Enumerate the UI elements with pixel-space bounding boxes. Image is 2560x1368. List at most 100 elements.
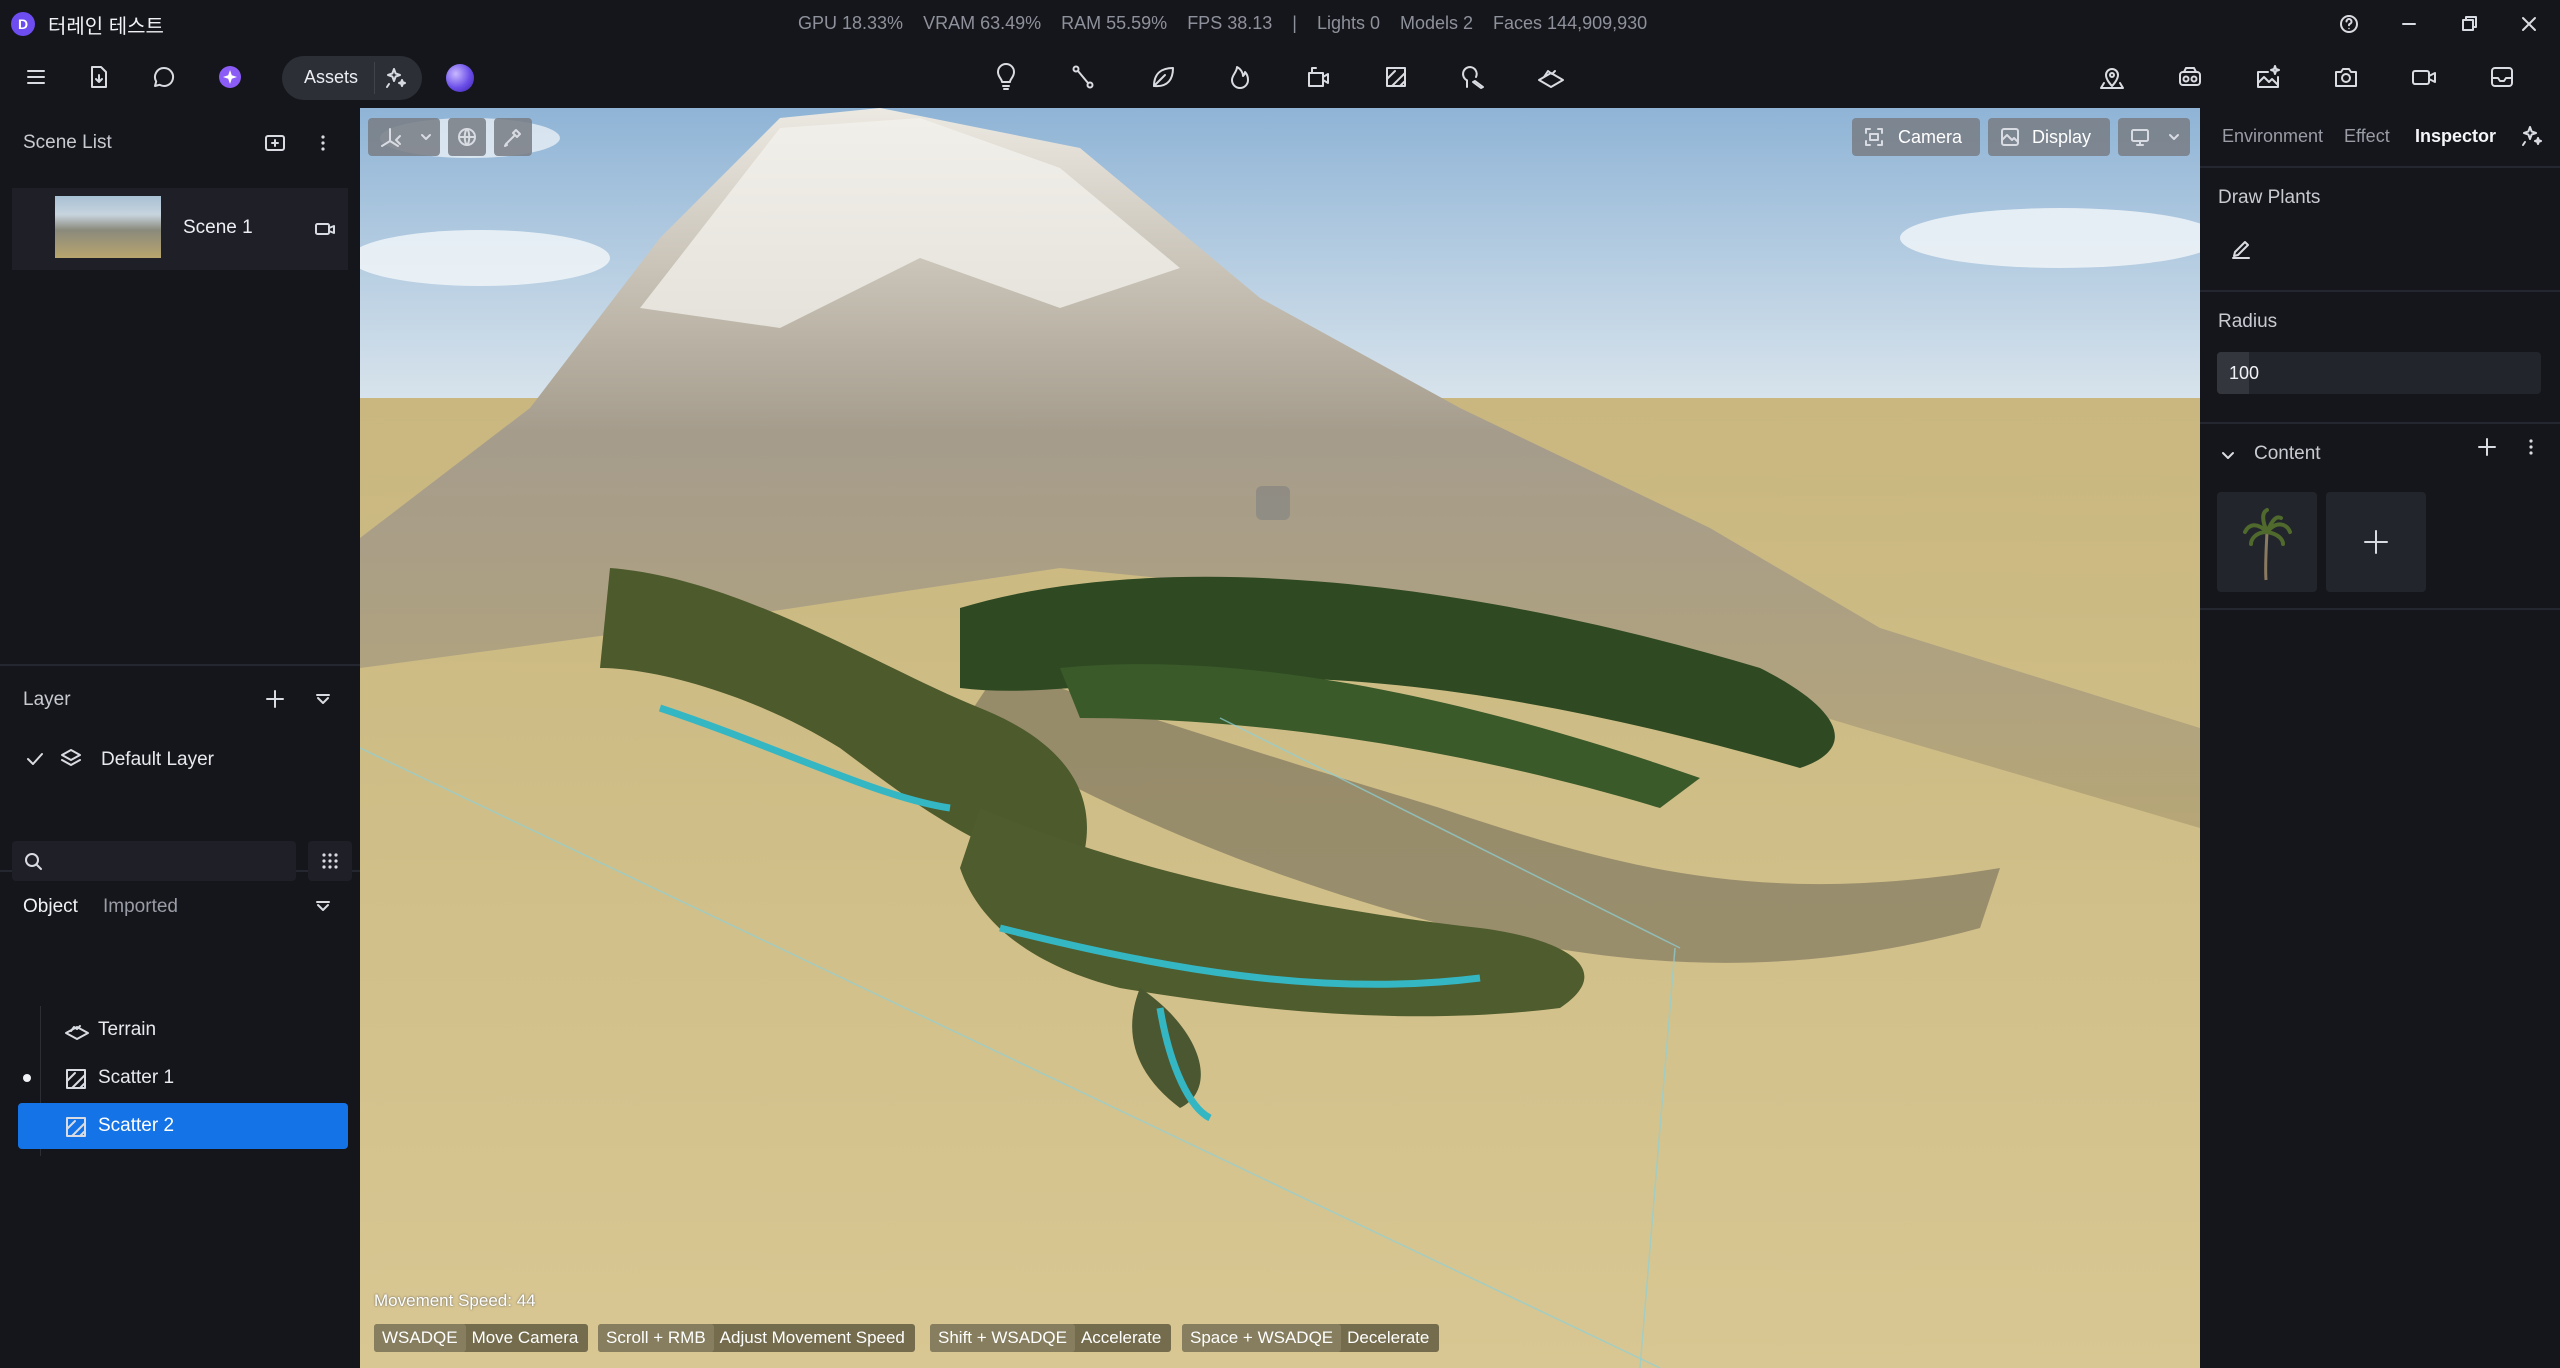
title-bar: D 터레인 테스트 GPU 18.33% VRAM 63.49% RAM 55.59… bbox=[0, 0, 2560, 48]
display-button-label: Display bbox=[2032, 127, 2092, 147]
inbox-icon[interactable] bbox=[2486, 61, 2518, 93]
app-title: 터레인 테스트 bbox=[48, 16, 164, 38]
terrain-icon bbox=[64, 1020, 90, 1042]
robot-arm-icon[interactable] bbox=[1302, 61, 1334, 93]
vr-headset-icon[interactable] bbox=[2174, 61, 2206, 93]
chat-icon[interactable] bbox=[148, 61, 180, 93]
ram-stat: RAM 55.59% bbox=[1061, 13, 1168, 33]
ai-sparkle-icon[interactable] bbox=[2518, 122, 2546, 150]
view-mode-icon bbox=[2128, 125, 2154, 149]
plus-icon bbox=[2361, 527, 2391, 557]
hint-key: Scroll + RMB bbox=[598, 1324, 714, 1352]
pencil-icon[interactable] bbox=[2228, 236, 2254, 262]
assets-button[interactable]: Assets bbox=[282, 56, 422, 100]
ai-sparkle-icon[interactable] bbox=[382, 64, 410, 92]
menu-icon[interactable] bbox=[20, 61, 52, 93]
3d-viewport[interactable]: Camera Display Movement Speed: 44 WSADQE… bbox=[360, 108, 2200, 1368]
stats-separator: | bbox=[1292, 13, 1297, 33]
lights-stat: Lights 0 bbox=[1316, 13, 1380, 33]
scatter-icon[interactable] bbox=[1380, 61, 1412, 93]
scene-thumbnail bbox=[55, 196, 161, 258]
help-icon[interactable] bbox=[2335, 10, 2363, 38]
import-file-icon[interactable] bbox=[82, 61, 114, 93]
layer-filter-icon[interactable] bbox=[310, 686, 336, 712]
video-icon[interactable] bbox=[2408, 61, 2440, 93]
globe-icon bbox=[455, 125, 479, 149]
hint-key: Space + WSADQE bbox=[1182, 1324, 1342, 1352]
chevron-down-icon bbox=[2166, 129, 2182, 145]
transform-icon bbox=[378, 125, 404, 149]
hint-move-camera: WSADQE Move Camera bbox=[374, 1324, 589, 1352]
map-pin-icon[interactable] bbox=[2096, 61, 2128, 93]
hint-desc: Accelerate bbox=[1080, 1328, 1162, 1347]
camera-button[interactable]: Camera bbox=[1852, 118, 1980, 156]
brush-tree-icon[interactable] bbox=[1457, 61, 1489, 93]
divider bbox=[2200, 422, 2560, 424]
object-search-input[interactable] bbox=[12, 841, 296, 881]
performance-stats: GPU 18.33% VRAM 63.49% RAM 55.59% FPS 38.13… bbox=[798, 13, 1667, 34]
models-stat: Models 2 bbox=[1399, 13, 1474, 33]
layer-check-icon[interactable] bbox=[22, 746, 48, 772]
world-space-button[interactable] bbox=[448, 118, 486, 156]
vram-stat: VRAM 63.49% bbox=[923, 13, 1042, 33]
left-panel: Scene List Scene 1 Layer Default Layer O… bbox=[0, 108, 360, 1368]
sphere-icon[interactable] bbox=[446, 64, 474, 92]
path-icon[interactable] bbox=[1067, 61, 1099, 93]
status-dot bbox=[23, 1074, 31, 1082]
add-scene-icon[interactable] bbox=[262, 130, 288, 156]
scene-camera-icon[interactable] bbox=[312, 216, 338, 242]
faces-stat: Faces 144,909,930 bbox=[1493, 13, 1648, 33]
ai-assistant-icon[interactable] bbox=[214, 61, 246, 93]
camera-icon[interactable] bbox=[2330, 61, 2362, 93]
palm-tree-icon bbox=[2243, 508, 2292, 581]
scene-list-title: Scene List bbox=[23, 132, 112, 153]
scene-name: Scene 1 bbox=[183, 217, 253, 238]
tab-inspector[interactable]: Inspector bbox=[2415, 126, 2496, 147]
grid-icon bbox=[319, 850, 341, 872]
tree-item-terrain[interactable]: Terrain bbox=[18, 1007, 348, 1053]
draw-plants-title: Draw Plants bbox=[2218, 187, 2321, 208]
tab-environment[interactable]: Environment bbox=[2222, 126, 2323, 147]
tab-effect[interactable]: Effect bbox=[2344, 126, 2390, 147]
transform-mode-button[interactable] bbox=[368, 118, 440, 156]
scene-more-icon[interactable] bbox=[310, 130, 336, 156]
tree-item-label: Scatter 1 bbox=[98, 1067, 175, 1088]
search-icon bbox=[22, 850, 44, 872]
close-icon[interactable] bbox=[2515, 10, 2543, 38]
leaf-icon[interactable] bbox=[1147, 61, 1179, 93]
scene-render bbox=[360, 108, 2200, 1368]
divider bbox=[2200, 608, 2560, 610]
tab-imported[interactable]: Imported bbox=[103, 896, 178, 918]
display-button[interactable]: Display bbox=[1988, 118, 2110, 156]
eyedropper-button[interactable] bbox=[494, 118, 532, 156]
tree-item-scatter-2[interactable]: Scatter 2 bbox=[18, 1103, 348, 1149]
camera-frame-icon bbox=[1862, 125, 1886, 149]
chevron-down-icon[interactable] bbox=[2218, 445, 2238, 465]
add-content-icon[interactable] bbox=[2474, 434, 2500, 460]
object-filter-icon[interactable] bbox=[310, 893, 336, 919]
eyedropper-icon bbox=[501, 125, 525, 149]
fire-icon[interactable] bbox=[1224, 61, 1256, 93]
tab-object[interactable]: Object bbox=[23, 896, 78, 918]
gpu-stat: GPU 18.33% bbox=[798, 13, 904, 33]
divider bbox=[2200, 290, 2560, 292]
restore-icon[interactable] bbox=[2455, 10, 2483, 38]
tree-item-label: Terrain bbox=[98, 1019, 157, 1040]
app-logo: D bbox=[11, 12, 35, 36]
assets-separator bbox=[374, 62, 375, 94]
terrain-icon[interactable] bbox=[1535, 61, 1567, 93]
radius-slider[interactable]: 100 bbox=[2217, 352, 2541, 394]
minimize-icon[interactable] bbox=[2395, 10, 2423, 38]
grid-view-button[interactable] bbox=[308, 841, 352, 881]
image-sparkle-icon[interactable] bbox=[2252, 61, 2284, 93]
light-bulb-icon[interactable] bbox=[990, 61, 1022, 93]
view-mode-button[interactable] bbox=[2118, 118, 2190, 156]
palm-tree-thumbnail[interactable] bbox=[2217, 492, 2317, 592]
scatter-icon bbox=[64, 1116, 88, 1138]
tree-item-scatter-1[interactable]: Scatter 1 bbox=[18, 1055, 348, 1101]
radius-value: 100 bbox=[2229, 363, 2260, 383]
add-layer-icon[interactable] bbox=[262, 686, 288, 712]
layers-icon bbox=[58, 745, 84, 771]
content-more-icon[interactable] bbox=[2518, 434, 2544, 460]
add-plant-tile[interactable] bbox=[2326, 492, 2426, 592]
